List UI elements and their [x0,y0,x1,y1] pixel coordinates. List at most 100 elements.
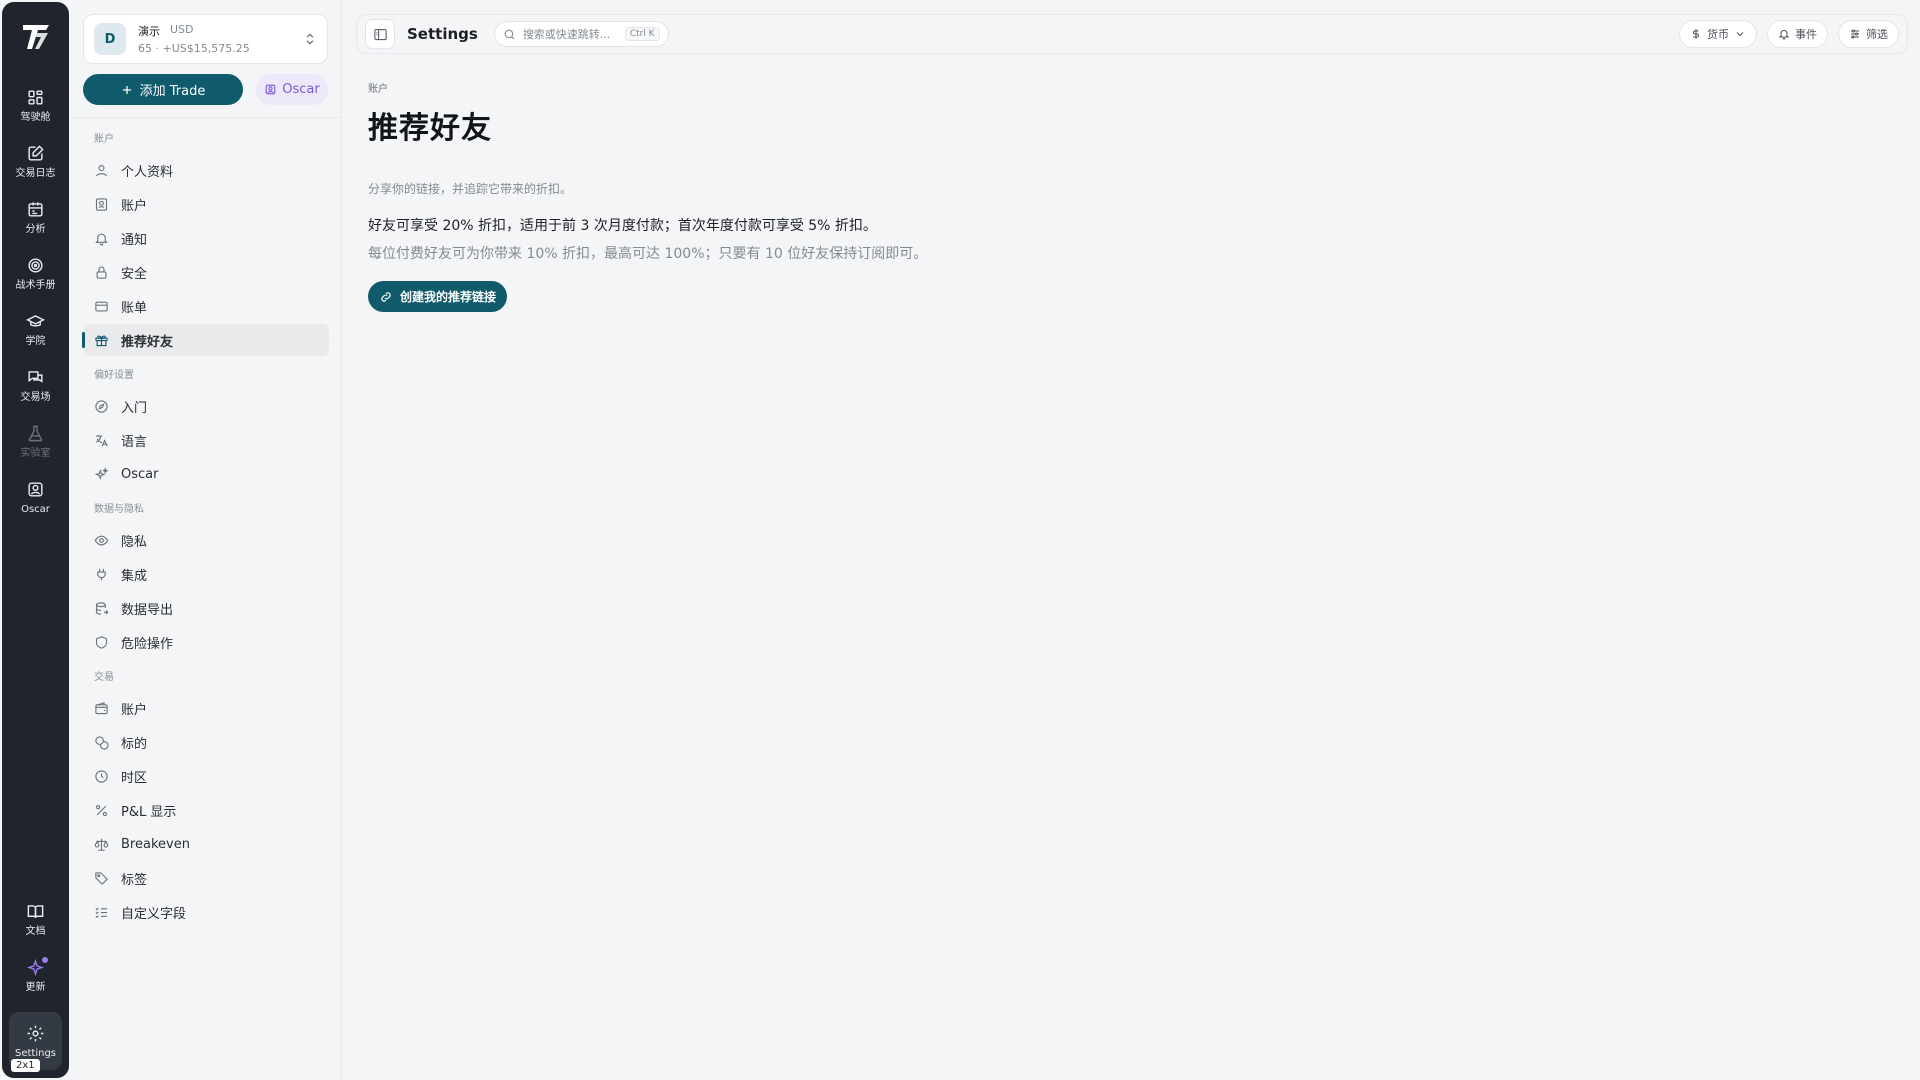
rail-item-lab[interactable]: 实验室 [6,414,66,470]
nav-item-label: 账单 [121,300,148,316]
compass-icon [95,399,108,413]
panel-left-icon [373,28,387,40]
nav-item-language[interactable]: 语言 [83,424,329,456]
nav-item-integrations[interactable]: 集成 [83,558,329,590]
rail-item-docs[interactable]: 文档 [6,892,66,948]
nav-item-danger-zone[interactable]: 危险操作 [83,626,329,658]
nav-item-notifications[interactable]: 通知 [83,222,329,254]
target-icon [28,258,43,273]
scale-icon [94,838,109,851]
bell-icon [95,233,108,245]
nav-item-label: 安全 [121,266,148,282]
breadcrumb: 账户 [368,84,388,95]
nav-item-profile[interactable]: 个人资料 [83,154,329,186]
events-button[interactable]: 事件 [1767,20,1828,48]
dashboard-icon [28,90,43,105]
credit-card-icon [95,301,108,311]
sliders-icon [1851,29,1859,39]
rail-label: 分析 [25,224,46,235]
nav-item-label: 时区 [121,770,148,786]
rail-item-community[interactable]: 交易场 [6,358,66,414]
app-root: 驾驶舱 交易日志 分析 战术手册 学院 交易场 实验室 Oscar 文档 更新 … [0,0,1920,1080]
rail-item-updates[interactable]: 更新 [6,948,66,1004]
nav-item-custom-fields[interactable]: 自定义字段 [83,896,329,928]
chevron-up-down-icon [306,33,314,45]
nav-item-privacy[interactable]: 隐私 [83,524,329,556]
currency-label: 货币 [1707,28,1729,41]
account-info: 演示 USD 65 · +US$15,575.25 [138,23,303,55]
oscar-button[interactable]: Oscar [256,74,328,105]
top-bar: Settings 搜索或快速跳转... Ctrl K 货币 事件 筛选 [356,14,1908,54]
rail-item-analytics[interactable]: 分析 [6,190,66,246]
settings-nav: 账户 个人资料 账户 通知 安全 账单 推荐好友 偏好设置 入门 语言 Osca… [73,128,341,930]
rail-label: 交易场 [20,392,51,403]
main-content: 账户 推荐好友 分享你的链接，并追踪它带来的折扣。 好友可享受 20% 折扣，适… [368,80,927,312]
user-icon [95,164,108,176]
events-label: 事件 [1795,28,1817,41]
create-referral-link-button[interactable]: 创建我的推荐链接 [368,281,508,312]
add-trade-button[interactable]: 添加 Trade [83,74,243,105]
nav-item-breakeven[interactable]: Breakeven [83,828,329,860]
page-title: 推荐好友 [368,111,492,146]
create-referral-link-label: 创建我的推荐链接 [400,290,497,304]
section-title-trading: 交易 [94,672,114,683]
nav-item-referrals[interactable]: 推荐好友 [82,324,329,356]
nav-item-symbols[interactable]: 标的 [83,726,329,758]
nav-item-billing[interactable]: 账单 [83,290,329,322]
nav-item-tags[interactable]: 标签 [83,862,329,894]
sidebar-toggle-button[interactable] [365,19,395,49]
nav-item-label: 账户 [121,198,148,214]
rail-item-playbook[interactable]: 战术手册 [6,246,66,302]
nav-item-data-export[interactable]: 数据导出 [83,592,329,624]
dollar-icon [1693,29,1699,39]
rail-item-settings[interactable]: Settings 2x1 [9,1012,62,1072]
account-avatar: D [94,23,126,55]
plug-icon [97,568,106,580]
nav-item-security[interactable]: 安全 [83,256,329,288]
app-logo[interactable] [19,20,53,54]
translate-icon [95,434,108,446]
nav-item-label: 通知 [121,232,148,248]
account-switcher[interactable]: D 演示 USD 65 · +US$15,575.25 [83,14,328,64]
nav-item-getting-started[interactable]: 入门 [83,390,329,422]
gift-icon [95,334,108,346]
nav-item-label: 隐私 [121,534,148,550]
nav-item-account[interactable]: 账户 [83,188,329,220]
id-card-icon [95,197,108,211]
nav-item-pnl-display[interactable]: P&L 显示 [83,794,329,826]
search-shortcut: Ctrl K [624,27,660,41]
shield-icon [95,635,108,649]
page-description: 分享你的链接，并追踪它带来的折扣。 [368,182,573,196]
tag-icon [95,871,108,885]
nav-item-trading-accounts[interactable]: 账户 [83,692,329,724]
nav-item-label: 数据导出 [121,602,174,618]
rail-item-oscar[interactable]: Oscar [6,470,66,526]
nav-item-label: 标的 [121,736,148,752]
plus-icon [122,85,131,94]
rail-label: 学院 [25,336,46,347]
rail-item-journal[interactable]: 交易日志 [6,134,66,190]
rail-item-academy[interactable]: 学院 [6,302,66,358]
sparkles-icon [94,466,109,480]
currency-dropdown[interactable]: 货币 [1679,20,1757,48]
add-trade-label: 添加 Trade [139,84,206,99]
book-icon [27,905,44,918]
filter-label: 筛选 [1866,28,1888,41]
nav-item-label: 个人资料 [121,164,174,180]
nav-item-timezone[interactable]: 时区 [83,760,329,792]
settings-sidebar: D 演示 USD 65 · +US$15,575.25 添加 Trade Osc… [73,0,342,1080]
section-title-data-privacy: 数据与隐私 [94,504,144,515]
link-icon [381,291,391,302]
rail-label: 实验室 [20,448,51,459]
rail-label: 交易日志 [15,168,56,179]
nav-item-label: 集成 [121,568,148,584]
search-placeholder: 搜索或快速跳转... [522,28,611,41]
nav-item-label: 危险操作 [121,636,174,652]
calendar-icon [28,202,43,217]
nav-item-oscar-settings[interactable]: Oscar [83,458,329,490]
rail-label: 战术手册 [15,280,56,291]
filter-button[interactable]: 筛选 [1838,20,1899,48]
rail-label: 更新 [25,982,46,993]
rail-item-dashboard[interactable]: 驾驶舱 [6,78,66,134]
search-input[interactable]: 搜索或快速跳转... Ctrl K [493,21,669,47]
